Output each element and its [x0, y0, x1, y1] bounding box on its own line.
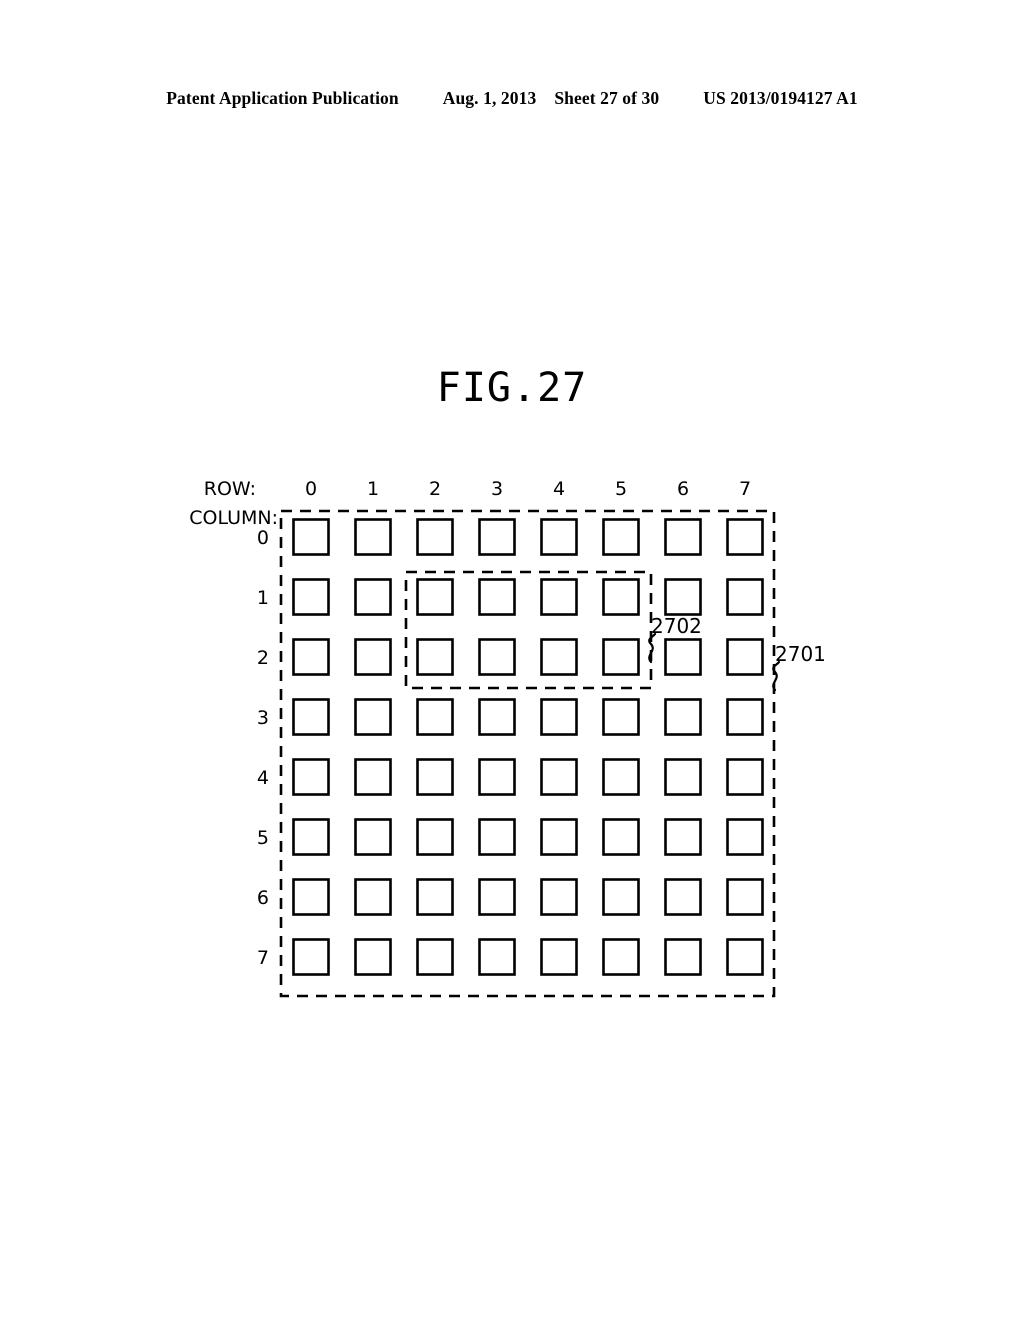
grid-block-r0-c3	[478, 518, 516, 556]
grid-block-r0-c6	[664, 518, 702, 556]
grid-block-r5-c1	[354, 818, 392, 856]
grid-block-r7-c6	[664, 938, 702, 976]
row-index-label-6: 6	[677, 478, 689, 500]
grid-block-r5-c6	[664, 818, 702, 856]
grid-block-r5-c5	[602, 818, 640, 856]
column-index-label-7: 7	[257, 947, 269, 969]
grid-block-r5-c7	[726, 818, 764, 856]
column-index-label-0: 0	[257, 527, 269, 549]
grid-block-r2-c6	[664, 638, 702, 676]
grid-block-r6-c3	[478, 878, 516, 916]
grid-block-r6-c2	[416, 878, 454, 916]
reference-2701-leader-line	[772, 660, 781, 692]
grid-block-r0-c1	[354, 518, 392, 556]
grid-block-r3-c4	[540, 698, 578, 736]
grid-block-r5-c2	[416, 818, 454, 856]
grid-block-r0-c0	[292, 518, 330, 556]
grid-block-r5-c4	[540, 818, 578, 856]
grid-block-r6-c4	[540, 878, 578, 916]
column-index-label-4: 4	[257, 767, 269, 789]
block-grid	[292, 518, 764, 976]
grid-block-r0-c2	[416, 518, 454, 556]
grid-block-r6-c0	[292, 878, 330, 916]
row-axis-label: ROW:	[204, 478, 256, 500]
grid-block-r6-c7	[726, 878, 764, 916]
grid-block-r7-c1	[354, 938, 392, 976]
grid-block-r3-c1	[354, 698, 392, 736]
grid-block-r3-c6	[664, 698, 702, 736]
grid-block-r1-c3	[478, 578, 516, 616]
grid-block-r3-c5	[602, 698, 640, 736]
grid-block-r1-c7	[726, 578, 764, 616]
row-index-label-1: 1	[367, 478, 379, 500]
column-index-label-5: 5	[257, 827, 269, 849]
column-index-labels: 0 1 2 3 4 5 6 7	[257, 527, 269, 969]
grid-block-r2-c2	[416, 638, 454, 676]
grid-block-r2-c5	[602, 638, 640, 676]
grid-block-r5-c3	[478, 818, 516, 856]
grid-block-r1-c2	[416, 578, 454, 616]
row-index-label-3: 3	[491, 478, 503, 500]
column-index-label-2: 2	[257, 647, 269, 669]
reference-2702-label: 2702	[651, 614, 702, 638]
figure-drawing-area: ROW: COLUMN: 0 1 2 3 4 5 6 7 0 1 2 3 4 5 6 7 2702 2701	[0, 0, 1024, 1320]
grid-block-r4-c2	[416, 758, 454, 796]
figure-svg-canvas: ROW: COLUMN: 0 1 2 3 4 5 6 7 0 1 2 3 4 5 6 7 2702 2701	[189, 478, 826, 998]
grid-block-r4-c3	[478, 758, 516, 796]
row-index-labels: 0 1 2 3 4 5 6 7	[305, 478, 751, 500]
grid-block-r0-c7	[726, 518, 764, 556]
grid-block-r1-c0	[292, 578, 330, 616]
grid-block-r0-c5	[602, 518, 640, 556]
grid-block-r0-c4	[540, 518, 578, 556]
column-axis-label: COLUMN:	[189, 507, 278, 529]
grid-block-r7-c4	[540, 938, 578, 976]
grid-block-r2-c4	[540, 638, 578, 676]
grid-block-r6-c1	[354, 878, 392, 916]
grid-block-r6-c5	[602, 878, 640, 916]
column-index-label-3: 3	[257, 707, 269, 729]
grid-block-r7-c3	[478, 938, 516, 976]
grid-block-r5-c0	[292, 818, 330, 856]
grid-block-r3-c0	[292, 698, 330, 736]
row-index-label-5: 5	[615, 478, 627, 500]
grid-block-r2-c0	[292, 638, 330, 676]
grid-block-r4-c1	[354, 758, 392, 796]
row-index-label-2: 2	[429, 478, 441, 500]
grid-block-r4-c7	[726, 758, 764, 796]
grid-block-r7-c0	[292, 938, 330, 976]
grid-block-r1-c4	[540, 578, 578, 616]
grid-block-r1-c1	[354, 578, 392, 616]
grid-block-r2-c7	[726, 638, 764, 676]
grid-block-r4-c6	[664, 758, 702, 796]
row-index-label-7: 7	[739, 478, 751, 500]
grid-block-r7-c2	[416, 938, 454, 976]
column-index-label-6: 6	[257, 887, 269, 909]
reference-2701-label: 2701	[775, 642, 826, 666]
grid-block-r4-c0	[292, 758, 330, 796]
grid-block-r4-c4	[540, 758, 578, 796]
column-index-label-1: 1	[257, 587, 269, 609]
grid-block-r1-c5	[602, 578, 640, 616]
row-index-label-0: 0	[305, 478, 317, 500]
grid-block-r6-c6	[664, 878, 702, 916]
grid-block-r3-c2	[416, 698, 454, 736]
grid-block-r2-c3	[478, 638, 516, 676]
grid-block-r4-c5	[602, 758, 640, 796]
grid-block-r3-c3	[478, 698, 516, 736]
grid-block-r2-c1	[354, 638, 392, 676]
grid-block-r7-c5	[602, 938, 640, 976]
grid-block-r1-c6	[664, 578, 702, 616]
grid-block-r3-c7	[726, 698, 764, 736]
grid-block-r7-c7	[726, 938, 764, 976]
row-index-label-4: 4	[553, 478, 565, 500]
